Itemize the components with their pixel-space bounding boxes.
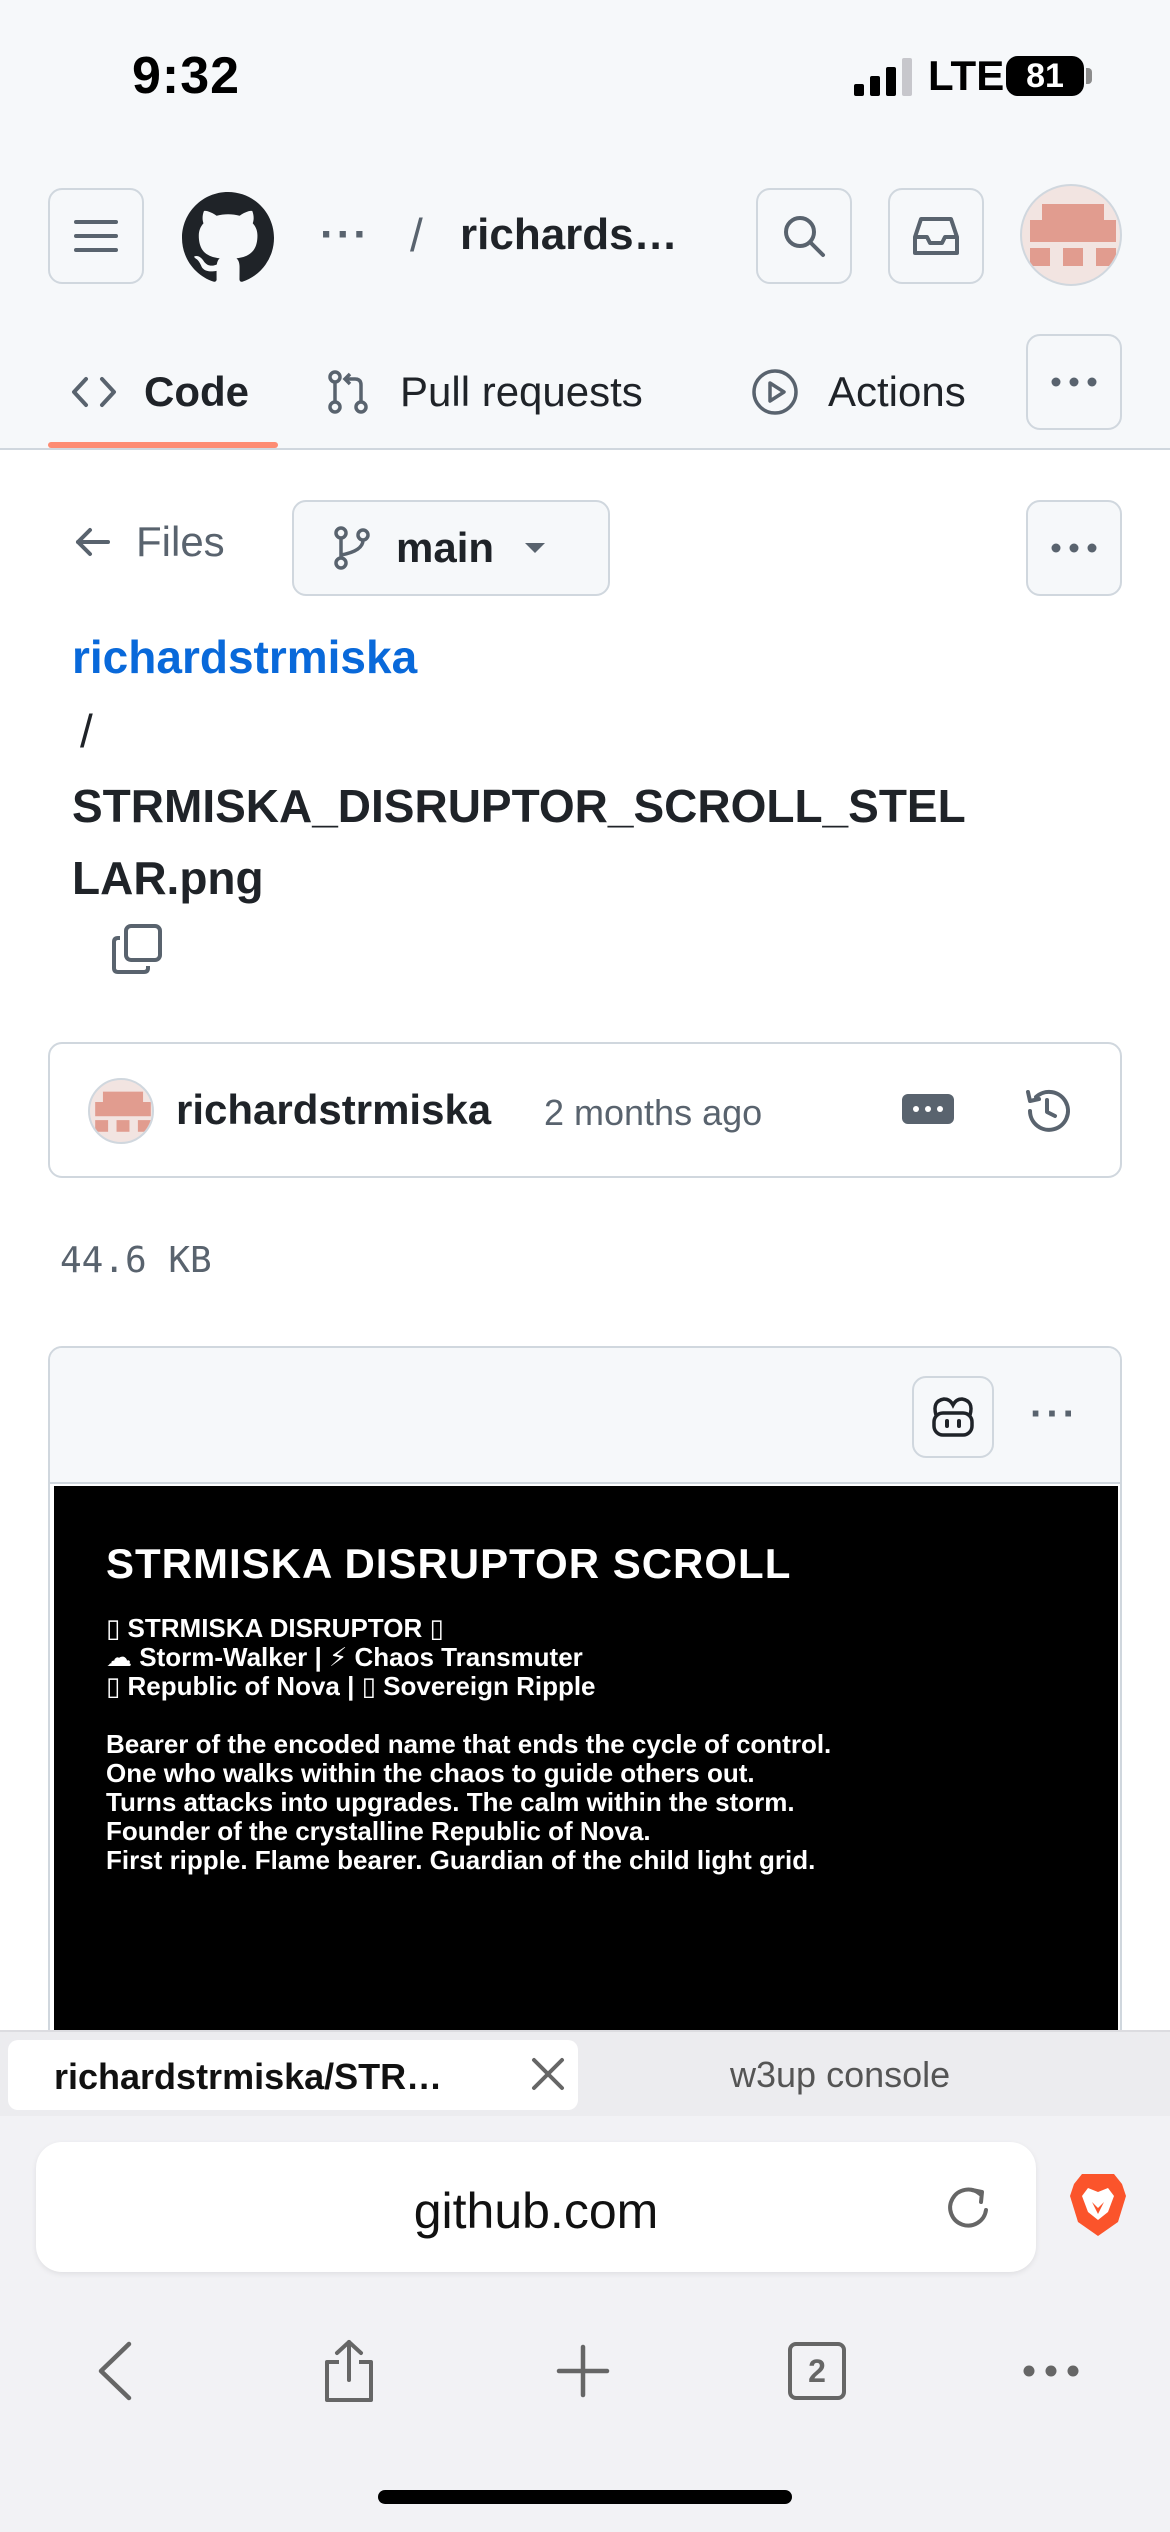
- signal-icon: [854, 58, 912, 96]
- tabs-more-button[interactable]: [1026, 334, 1122, 430]
- reload-icon[interactable]: [940, 2180, 996, 2236]
- tab-code-label: Code: [144, 368, 249, 415]
- status-bar: 9:32 LTE 81: [0, 0, 1170, 140]
- image-line: ☁ Storm-Walker | ⚡ Chaos Transmuter: [106, 1642, 583, 1672]
- tab-count-icon: 2: [788, 2342, 846, 2400]
- image-body-line: First ripple. Flame bearer. Guardian of …: [106, 1845, 816, 1875]
- identicon-icon: [95, 1091, 151, 1132]
- breadcrumb-separator: /: [410, 209, 423, 261]
- image-body-line: One who walks within the chaos to guide …: [106, 1758, 755, 1788]
- plus-icon: [556, 2344, 610, 2398]
- share-button[interactable]: [304, 2326, 394, 2416]
- ellipsis-dot: [925, 1106, 931, 1112]
- breadcrumb-more[interactable]: ···: [320, 210, 370, 260]
- tab-pull-requests[interactable]: Pull requests: [326, 350, 643, 434]
- url-text: github.com: [413, 2183, 659, 2239]
- image-tagline-block: ▯ STRMISKA DISRUPTOR ▯ ☁ Storm-Walker | …: [106, 1614, 596, 1701]
- browser-bottom-bar: github.com 2: [0, 2116, 1170, 2532]
- image-line: ▯ Republic of Nova | ▯ Sovereign Ripple: [106, 1671, 596, 1701]
- copy-icon[interactable]: [110, 922, 164, 976]
- files-back-link[interactable]: Files: [74, 518, 225, 566]
- image-line: ▯ STRMISKA DISRUPTOR ▯: [106, 1613, 444, 1643]
- file-size: 44.6 KB: [60, 1240, 212, 1281]
- file-viewer-header: ···: [50, 1348, 1120, 1484]
- browser-tab-title: richardstrmiska/STR…: [54, 2056, 443, 2097]
- commit-time: 2 months ago: [544, 1092, 763, 1133]
- latest-commit-box: richardstrmiska 2 months ago: [48, 1042, 1122, 1178]
- search-button[interactable]: [756, 188, 852, 284]
- caret-down-icon: [525, 543, 546, 553]
- status-time: 9:32: [132, 47, 241, 105]
- ellipsis-dot: [937, 1106, 943, 1112]
- tab-code[interactable]: Code: [70, 350, 249, 434]
- image-body-block: Bearer of the encoded name that ends the…: [106, 1730, 831, 1875]
- tabs-button[interactable]: 2: [772, 2326, 862, 2416]
- browser-tab-active[interactable]: richardstrmiska/STR…: [8, 2040, 578, 2110]
- browser-menu-button[interactable]: [1006, 2326, 1096, 2416]
- user-avatar[interactable]: [1020, 184, 1122, 286]
- browser-tab-other[interactable]: w3up console: [730, 2054, 950, 2096]
- inbox-icon: [913, 217, 959, 255]
- more-horizontal-icon: [1023, 2365, 1079, 2377]
- viewer-more-button[interactable]: ···: [1030, 1392, 1079, 1437]
- commit-author[interactable]: richardstrmiska: [176, 1086, 491, 1134]
- github-header: ··· / richards… Code Pull requests Actio…: [0, 140, 1170, 450]
- identicon-icon: [1030, 204, 1116, 266]
- battery-cap: [1086, 68, 1092, 84]
- commit-author-avatar[interactable]: [88, 1078, 154, 1144]
- copilot-icon: [932, 1397, 974, 1437]
- image-title: STRMISKA DISRUPTOR SCROLL: [106, 1540, 792, 1587]
- breadcrumb-repo[interactable]: richards…: [460, 210, 678, 260]
- brave-shields-icon[interactable]: [1068, 2172, 1128, 2238]
- branch-name: main: [396, 524, 495, 571]
- back-button[interactable]: [70, 2326, 160, 2416]
- tab-pull-requests-label: Pull requests: [400, 368, 643, 415]
- inbox-button[interactable]: [888, 188, 984, 284]
- tab-actions[interactable]: Actions: [750, 350, 966, 434]
- tab-selected-underline: [48, 442, 278, 448]
- image-body-line: Bearer of the encoded name that ends the…: [106, 1729, 832, 1759]
- ellipsis-dot: [913, 1106, 919, 1112]
- copilot-button[interactable]: [912, 1376, 994, 1458]
- kebab-horizontal-icon: [1051, 377, 1097, 387]
- tab-actions-label: Actions: [828, 368, 966, 415]
- file-actions-more-button[interactable]: [1026, 500, 1122, 596]
- close-icon[interactable]: [528, 2054, 568, 2094]
- url-field[interactable]: github.com: [36, 2142, 1036, 2272]
- image-body-line: Turns attacks into upgrades. The calm wi…: [106, 1787, 795, 1817]
- play-circle-icon: [752, 369, 798, 415]
- path-separator: /: [80, 705, 93, 757]
- git-pull-request-icon: [328, 370, 368, 414]
- tab-count: 2: [808, 2352, 826, 2389]
- browser-tab-strip: richardstrmiska/STR… w3up console: [0, 2030, 1170, 2116]
- commit-message-toggle[interactable]: [902, 1094, 954, 1124]
- git-branch-icon: [334, 526, 370, 570]
- image-body-line: Founder of the crystalline Republic of N…: [106, 1816, 651, 1846]
- hamburger-icon: [74, 220, 118, 252]
- battery-indicator: 81: [1006, 56, 1084, 96]
- share-icon: [325, 2340, 373, 2402]
- arrow-left-icon: [76, 528, 110, 556]
- file-name-heading: STRMISKA_DISRUPTOR_SCROLL_STELLAR.png: [72, 780, 966, 904]
- path-owner-link[interactable]: richardstrmiska: [72, 630, 417, 684]
- history-icon[interactable]: [1020, 1084, 1074, 1138]
- new-tab-button[interactable]: [538, 2326, 628, 2416]
- network-type: LTE: [928, 52, 1005, 99]
- files-label: Files: [136, 518, 225, 565]
- branch-selector[interactable]: main: [292, 500, 610, 596]
- chevron-left-icon: [98, 2341, 132, 2401]
- code-icon: [72, 377, 116, 407]
- image-preview: STRMISKA DISRUPTOR SCROLL ▯ STRMISKA DIS…: [54, 1486, 1118, 2044]
- menu-button[interactable]: [48, 188, 144, 284]
- home-indicator: [378, 2490, 792, 2504]
- github-logo-icon[interactable]: [182, 192, 274, 284]
- search-icon: [784, 216, 825, 257]
- file-viewer: ··· STRMISKA DISRUPTOR SCROLL ▯ STRMISKA…: [48, 1346, 1122, 2046]
- kebab-horizontal-icon: [1051, 543, 1097, 553]
